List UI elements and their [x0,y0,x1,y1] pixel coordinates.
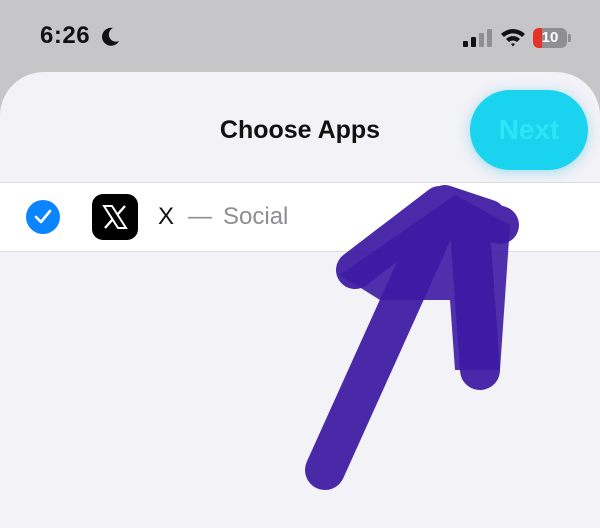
status-bar: 6:26 10 [0,0,600,72]
app-category: Social [223,203,289,230]
next-button[interactable]: Next [470,90,588,170]
app-separator: — [188,203,212,230]
x-logo-icon [92,194,138,240]
battery-icon: 10 [533,28,567,48]
app-row-x[interactable]: X — Social [0,182,600,252]
choose-apps-sheet: Choose Apps Next X — Social [0,72,600,528]
wifi-icon [501,29,525,47]
signal-icon [463,29,492,47]
battery-level: 10 [541,29,559,46]
moon-icon [102,27,119,46]
status-time: 6:26 [40,22,91,49]
battery-tip [568,34,571,42]
app-name: X [158,203,175,230]
checkmark-icon[interactable] [26,200,60,234]
